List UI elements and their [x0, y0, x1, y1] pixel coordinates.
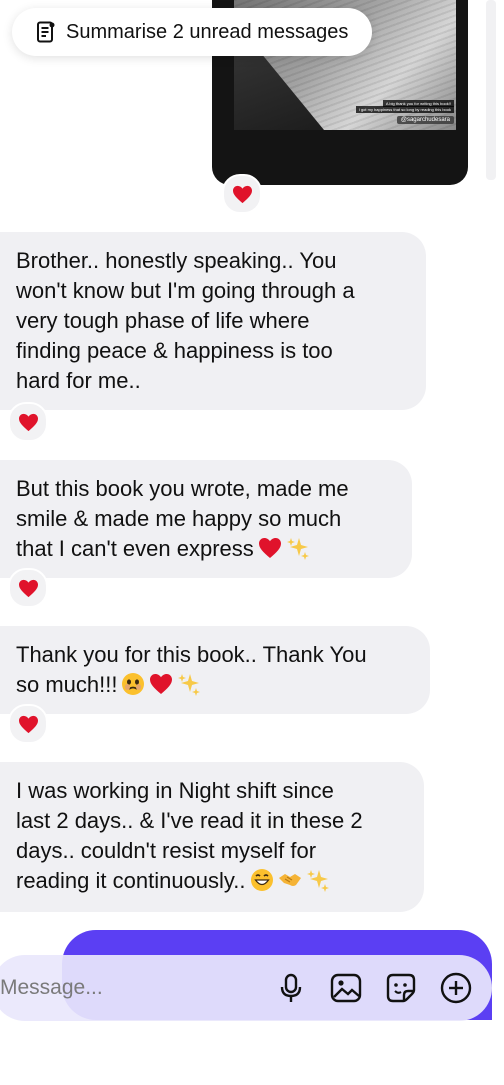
message-input[interactable] — [0, 975, 273, 1001]
message-line: days.. couldn't resist myself for — [16, 838, 317, 863]
incoming-message[interactable]: But this book you wrote, made me smile &… — [0, 460, 412, 578]
summarise-unread-button[interactable]: Summarise 2 unread messages — [12, 8, 373, 56]
red-heart-emoji — [258, 536, 282, 560]
message-line: Brother.. honestly speaking.. You — [16, 248, 337, 273]
message-line: hard for me.. — [16, 368, 141, 393]
message-line: that I can't even express — [16, 536, 254, 561]
plus-circle-icon — [440, 972, 471, 1004]
heart-reaction[interactable] — [222, 174, 262, 214]
red-heart-icon — [18, 413, 38, 431]
message-line: I was working in Night shift since — [16, 778, 334, 803]
microphone-icon — [281, 973, 302, 1002]
red-heart-icon — [18, 579, 38, 597]
incoming-message[interactable]: Brother.. honestly speaking.. You won't … — [0, 232, 426, 410]
red-heart-icon — [18, 715, 38, 733]
message-line: Thank you for this book.. Thank You — [16, 642, 367, 667]
red-heart-icon — [232, 185, 252, 203]
heart-reaction[interactable] — [8, 704, 48, 744]
microphone-button[interactable] — [273, 968, 310, 1008]
face-holding-back-tears-emoji — [121, 672, 145, 696]
gallery-button[interactable] — [328, 968, 365, 1008]
message-line: But this book you wrote, made me — [16, 476, 349, 501]
message-line: so much!!! — [16, 672, 118, 697]
handshake-emoji — [278, 868, 302, 892]
grinning-face-emoji — [250, 868, 274, 892]
incoming-message[interactable]: Thank you for this book.. Thank You so m… — [0, 626, 430, 714]
incoming-message[interactable]: I was working in Night shift since last … — [0, 762, 424, 912]
message-line: very tough phase of life where — [16, 308, 310, 333]
sticker-button[interactable] — [383, 968, 420, 1008]
heart-reaction[interactable] — [8, 568, 48, 608]
message-line: finding peace & happiness is too — [16, 338, 333, 363]
summarise-label: Summarise 2 unread messages — [66, 20, 349, 43]
message-line: reading it continuously.. — [16, 868, 246, 893]
image-handle-tag: @sagarchudesara — [396, 116, 454, 124]
gallery-icon — [330, 973, 362, 1003]
sparkles-emoji — [286, 536, 310, 560]
add-button[interactable] — [437, 968, 474, 1008]
chat-screen: A big thank you for writing this book!! … — [0, 0, 504, 1085]
message-line: smile & made me happy so much — [16, 506, 342, 531]
message-line: won't know but I'm going through a — [16, 278, 355, 303]
image-caption-line: I got my happiness that so long by readi… — [355, 106, 454, 113]
document-list-icon — [37, 21, 55, 43]
heart-reaction[interactable] — [8, 402, 48, 442]
sparkles-emoji — [177, 672, 201, 696]
sticker-icon — [386, 973, 416, 1003]
message-composer — [0, 955, 492, 1021]
message-line: last 2 days.. & I've read it in these 2 — [16, 808, 363, 833]
red-heart-emoji — [149, 672, 173, 696]
sparkles-emoji — [306, 868, 330, 892]
scroll-indicator — [486, 0, 496, 180]
